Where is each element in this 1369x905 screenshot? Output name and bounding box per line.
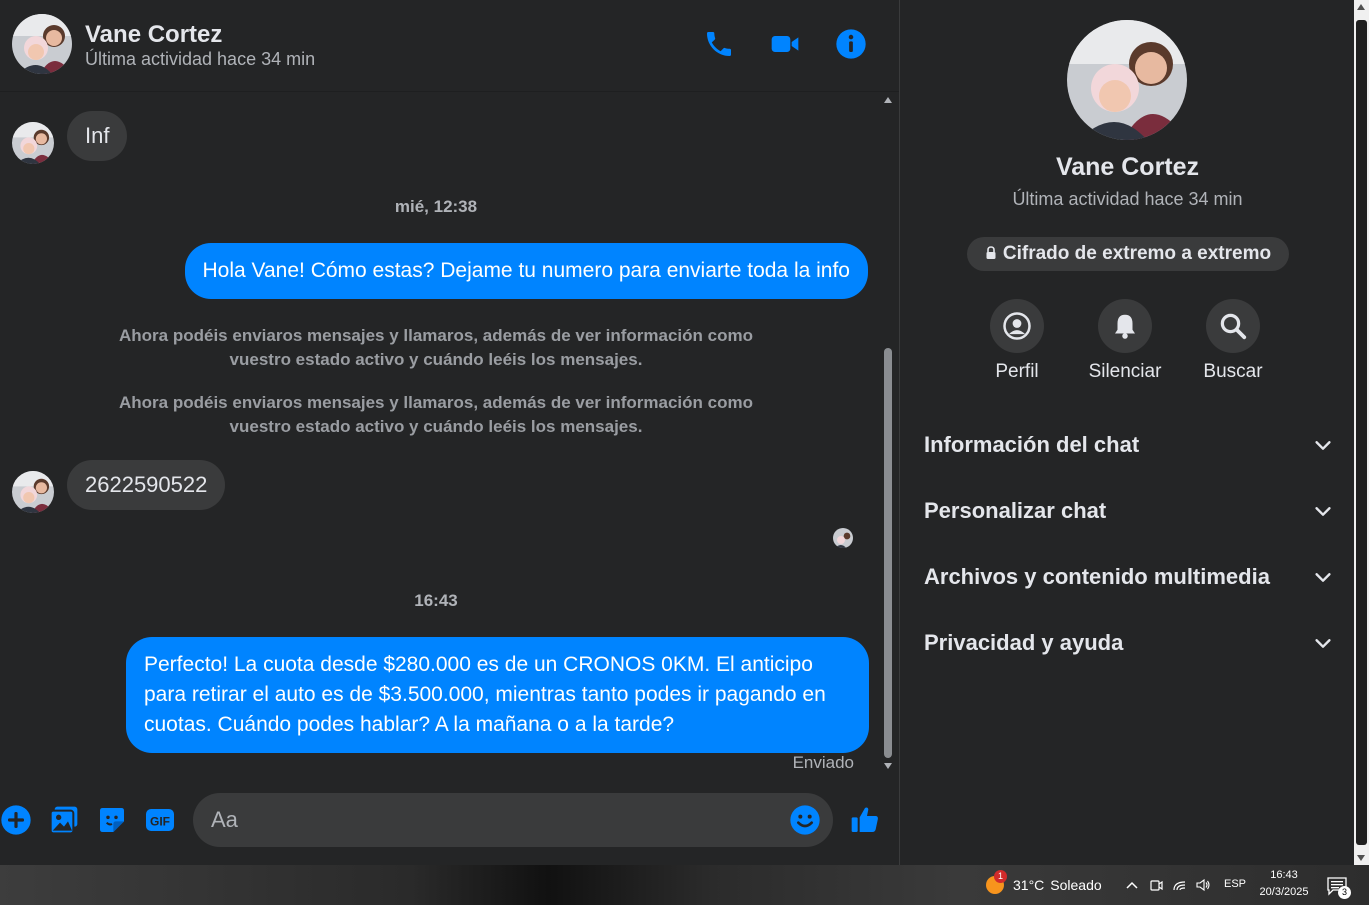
profile-status: Última actividad hace 34 min	[1012, 189, 1243, 209]
chevron-down-icon	[1315, 639, 1331, 648]
info-icon[interactable]	[835, 28, 867, 60]
search-icon[interactable]	[1206, 299, 1260, 353]
chat-header: Vane Cortez Última actividad hace 34 min	[0, 0, 899, 92]
sender-avatar[interactable]	[12, 122, 54, 164]
message-scrollbar[interactable]	[880, 93, 897, 773]
contact-avatar[interactable]	[12, 14, 72, 74]
notification-center-icon[interactable]: 3	[1327, 876, 1351, 899]
search-button[interactable]: Buscar	[1178, 299, 1288, 383]
chevron-down-icon	[1315, 573, 1331, 582]
contact-name[interactable]: Vane Cortez	[85, 21, 222, 49]
profile-label: Perfil	[995, 361, 1039, 382]
section-customize-chat[interactable]: Personalizar chat	[914, 486, 1344, 536]
thumbs-up-icon[interactable]	[849, 804, 881, 836]
system-notice: Ahora podéis enviaros mensajes y llamaro…	[119, 393, 753, 436]
temperature: 31°C	[1013, 877, 1045, 893]
video-call-icon[interactable]	[769, 28, 801, 60]
scroll-down-arrow[interactable]	[884, 763, 892, 769]
volume-icon[interactable]	[1195, 877, 1211, 893]
weather-widget[interactable]: 1 31°C Soleado	[984, 870, 1102, 896]
language-indicator[interactable]: ESP	[1224, 878, 1246, 890]
section-chat-info[interactable]: Información del chat	[914, 420, 1344, 470]
section-label: Información del chat	[924, 432, 1140, 457]
clock-time[interactable]: 16:43	[1256, 869, 1312, 881]
meet-now-icon[interactable]	[1148, 877, 1164, 893]
conversation-info-panel: Vane Cortez Última actividad hace 34 min…	[899, 0, 1354, 865]
scroll-up-arrow[interactable]	[884, 97, 892, 103]
notification-count: 3	[1338, 886, 1351, 899]
read-receipt-avatar	[833, 528, 853, 548]
message-timestamp: 16:43	[414, 591, 458, 610]
chevron-down-icon	[1315, 441, 1331, 450]
clock-date[interactable]: 20/3/2025	[1256, 886, 1312, 898]
profile-picture[interactable]	[1067, 20, 1187, 140]
window-scrollbar[interactable]	[1354, 0, 1369, 865]
add-icon[interactable]	[0, 804, 32, 836]
photo-icon[interactable]	[48, 804, 80, 836]
mute-label: Silenciar	[1088, 361, 1162, 382]
system-notice: Ahora podéis enviaros mensajes y llamaro…	[119, 326, 753, 369]
message-timestamp: mié, 12:38	[394, 197, 478, 216]
message-input-container[interactable]	[193, 793, 833, 847]
weather-description: Soleado	[1050, 877, 1102, 893]
search-label: Buscar	[1203, 361, 1263, 382]
section-label: Personalizar chat	[924, 498, 1107, 523]
chat-pane: Vane Cortez Última actividad hace 34 min	[0, 0, 899, 865]
chevron-down-icon	[1315, 507, 1331, 516]
sender-avatar[interactable]	[12, 471, 54, 513]
section-privacy-support[interactable]: Privacidad y ayuda	[914, 618, 1344, 668]
bell-icon[interactable]	[1098, 299, 1152, 353]
message-list[interactable]: Inf mié, 12:38 Hola Vane! Cómo estas? De…	[0, 93, 880, 773]
profile-name[interactable]: Vane Cortez	[900, 153, 1355, 182]
last-active-status: Última actividad hace 34 min	[85, 49, 316, 69]
window-scroll-thumb[interactable]	[1356, 20, 1367, 845]
encryption-badge[interactable]: Cifrado de extremo a extremo	[967, 237, 1289, 271]
gif-label: GIF	[150, 815, 170, 829]
outgoing-message[interactable]: Hola Vane! Cómo estas? Dejame tu numero …	[184, 243, 868, 299]
profile-icon[interactable]	[990, 299, 1044, 353]
sun-icon: 1	[984, 870, 1007, 896]
wifi-icon[interactable]	[1172, 877, 1188, 893]
sticker-icon[interactable]	[96, 804, 128, 836]
delivery-status: Enviado	[792, 753, 854, 772]
outgoing-message[interactable]: Perfecto! La cuota desde $280.000 es de …	[126, 637, 869, 753]
gif-icon[interactable]: GIF	[144, 804, 176, 836]
emoji-icon[interactable]	[789, 804, 821, 836]
section-label: Privacidad y ayuda	[924, 630, 1124, 655]
phone-icon[interactable]	[703, 28, 735, 60]
section-media-files[interactable]: Archivos y contenido multimedia	[914, 552, 1344, 602]
chevron-up-icon[interactable]	[1124, 877, 1140, 893]
lock-icon	[985, 238, 997, 272]
weather-badge: 1	[994, 870, 1007, 883]
incoming-message[interactable]: Inf	[67, 111, 128, 161]
window-scroll-down-arrow[interactable]	[1357, 855, 1365, 861]
window-scroll-up-arrow[interactable]	[1357, 4, 1365, 10]
scroll-thumb[interactable]	[884, 348, 892, 758]
encryption-label: Cifrado de extremo a extremo	[1002, 243, 1272, 264]
section-label: Archivos y contenido multimedia	[924, 564, 1270, 589]
mute-button[interactable]: Silenciar	[1070, 299, 1180, 383]
message-input[interactable]	[211, 805, 771, 835]
incoming-message[interactable]: 2622590522	[67, 460, 226, 510]
windows-taskbar: 1 31°C Soleado ESP 16:43 20/3/2025 3	[0, 865, 1369, 905]
message-composer: GIF	[0, 780, 899, 865]
profile-button[interactable]: Perfil	[962, 299, 1072, 383]
